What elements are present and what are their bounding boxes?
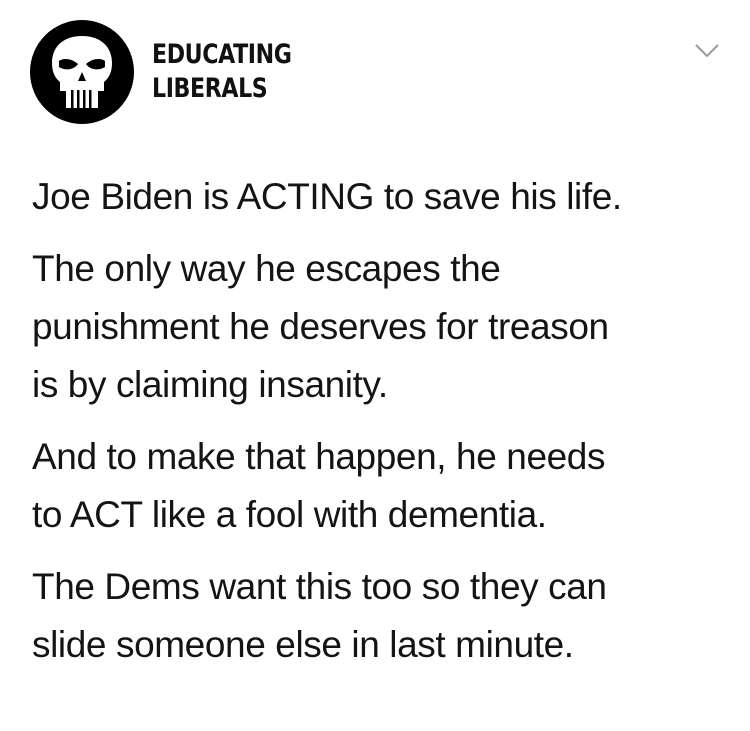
account-name-line1: EDUCATING — [152, 39, 292, 70]
post-text-line: is by claiming insanity. — [32, 364, 388, 405]
skull-icon — [52, 36, 112, 108]
post-paragraph: The only way he escapes the punishment h… — [32, 240, 732, 414]
avatar[interactable] — [30, 20, 134, 124]
post-text-line: punishment he deserves for treason — [32, 306, 609, 347]
post-header: EDUCATING LIBERALS — [30, 20, 322, 124]
post-text-line: The Dems want this too so they can — [32, 566, 607, 607]
chevron-down-icon[interactable] — [694, 42, 720, 60]
post-paragraph: And to make that happen, he needs to ACT… — [32, 428, 732, 544]
post-text-line: slide someone else in last minute. — [32, 624, 574, 665]
account-name-line2: LIBERALS — [152, 73, 268, 104]
post-body: Joe Biden is ACTING to save his life. Th… — [32, 168, 732, 688]
post-paragraph: The Dems want this too so they can slide… — [32, 558, 732, 674]
post-text-line: to ACT like a fool with dementia. — [32, 494, 547, 535]
post-text-line: The only way he escapes the — [32, 248, 501, 289]
post-text-line: And to make that happen, he needs — [32, 436, 606, 477]
post-paragraph: Joe Biden is ACTING to save his life. — [32, 168, 732, 226]
account-name[interactable]: EDUCATING LIBERALS — [152, 38, 292, 106]
post-text-line: Joe Biden is ACTING to save his life. — [32, 176, 622, 217]
